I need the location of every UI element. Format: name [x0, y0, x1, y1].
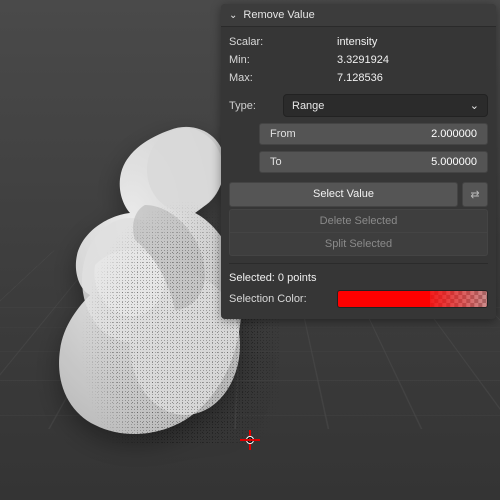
selection-color-label: Selection Color:: [229, 293, 329, 305]
from-value: 2.000000: [431, 128, 477, 140]
max-label: Max:: [229, 72, 329, 84]
from-label: From: [270, 128, 296, 140]
swap-icon: ⇄: [470, 188, 479, 201]
panel-header[interactable]: ⌄ Remove Value: [221, 4, 496, 27]
delete-selected-button[interactable]: Delete Selected: [229, 209, 488, 233]
swap-button[interactable]: ⇄: [462, 182, 488, 207]
select-value-button[interactable]: Select Value: [229, 182, 458, 207]
chevron-down-icon: ⌄: [229, 10, 237, 21]
type-label: Type:: [229, 100, 277, 112]
selected-count: Selected: 0 points: [229, 272, 488, 284]
viewport-3d[interactable]: ⌄ Remove Value Scalar: intensity Min: 3.…: [0, 0, 500, 500]
to-label: To: [270, 156, 282, 168]
type-value: Range: [292, 100, 324, 112]
scalar-value: intensity: [337, 36, 488, 48]
min-value: 3.3291924: [337, 54, 488, 66]
dropdown-icon: ⌄: [470, 99, 479, 112]
max-value: 7.128536: [337, 72, 488, 84]
divider: [229, 263, 488, 264]
min-label: Min:: [229, 54, 329, 66]
to-value: 5.000000: [431, 156, 477, 168]
scalar-label: Scalar:: [229, 36, 329, 48]
remove-value-panel: ⌄ Remove Value Scalar: intensity Min: 3.…: [221, 4, 496, 319]
type-dropdown[interactable]: Range ⌄: [283, 94, 488, 117]
from-field[interactable]: From 2.000000: [259, 123, 488, 145]
split-selected-button[interactable]: Split Selected: [229, 233, 488, 256]
to-field[interactable]: To 5.000000: [259, 151, 488, 173]
panel-title: Remove Value: [243, 9, 314, 21]
selection-color-field[interactable]: [337, 290, 488, 308]
